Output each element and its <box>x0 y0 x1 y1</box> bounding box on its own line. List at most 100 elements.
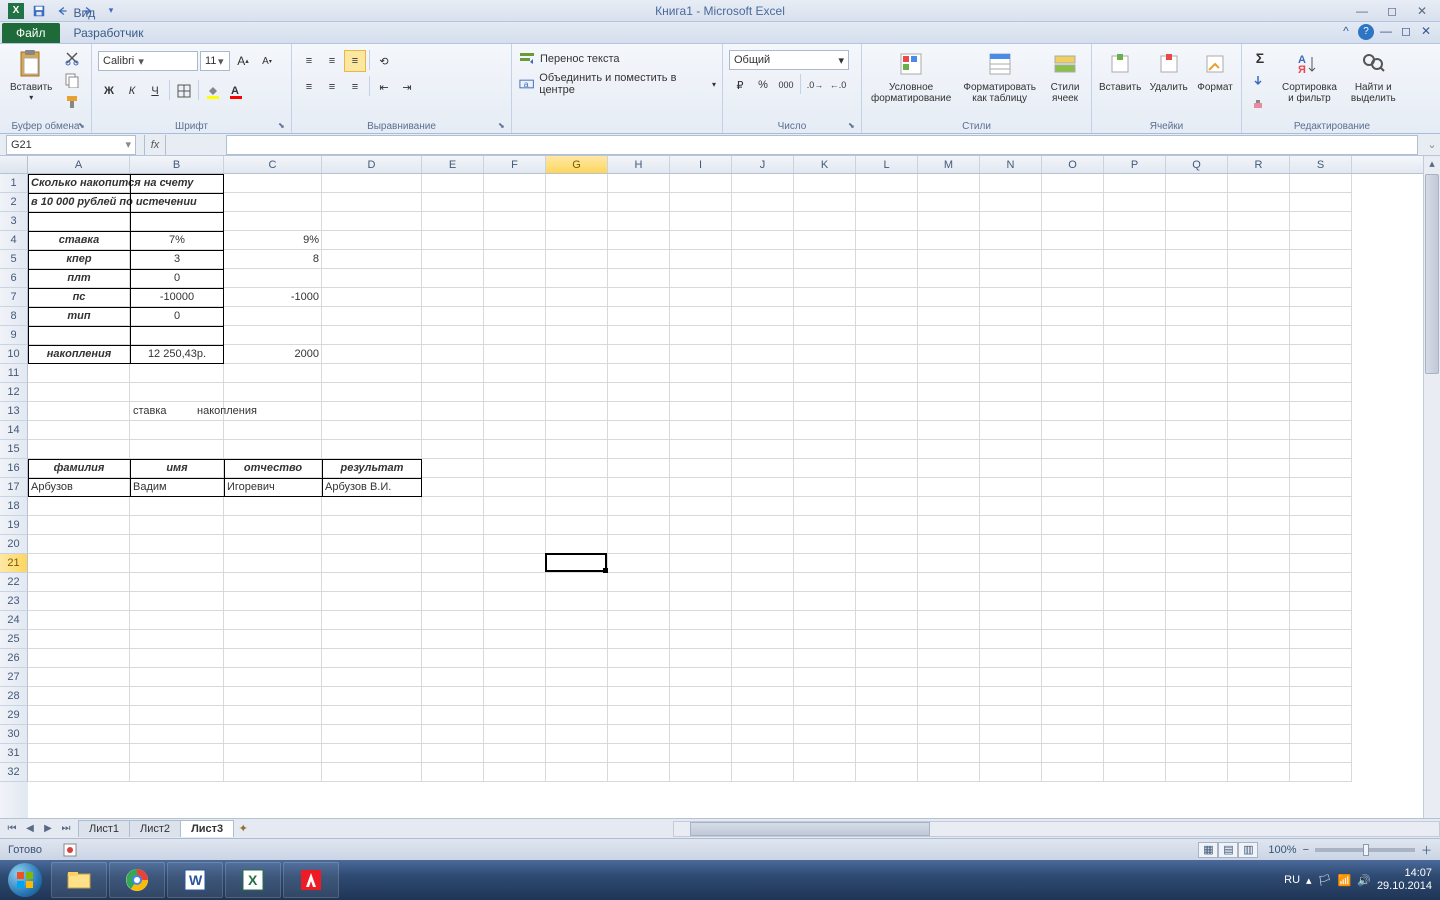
cell-A5[interactable]: кпер <box>28 250 130 269</box>
number-format-combo[interactable]: Общий▾ <box>729 50 849 70</box>
cell-A6[interactable]: плт <box>28 269 130 288</box>
row-header-21[interactable]: 21 <box>0 554 28 573</box>
cell-B16[interactable]: имя <box>130 459 224 478</box>
font-name-combo[interactable]: Calibri▾ <box>98 51 198 71</box>
col-header-B[interactable]: B <box>130 156 224 173</box>
format-painter-button[interactable] <box>62 92 82 112</box>
col-header-L[interactable]: L <box>856 156 918 173</box>
font-launcher-icon[interactable]: ⬊ <box>278 121 288 131</box>
tray-flag-icon[interactable]: 🏳 <box>1318 874 1332 887</box>
cell-C10[interactable]: 2000 <box>224 345 322 364</box>
taskbar-adobe[interactable] <box>283 862 339 898</box>
sheet-first-icon[interactable]: ⏮ <box>4 823 20 834</box>
row-header-18[interactable]: 18 <box>0 497 28 516</box>
row-header-4[interactable]: 4 <box>0 231 28 250</box>
col-header-J[interactable]: J <box>732 156 794 173</box>
row-header-2[interactable]: 2 <box>0 193 28 212</box>
taskbar-excel[interactable]: X <box>225 862 281 898</box>
maximize-button[interactable]: ◻ <box>1380 4 1404 18</box>
row-header-29[interactable]: 29 <box>0 706 28 725</box>
cell-C17[interactable]: Игоревич <box>224 478 322 497</box>
cell-A4[interactable]: ставка <box>28 231 130 250</box>
ribbon-tab-6[interactable]: Вид <box>62 3 195 23</box>
ribbon-minimize-icon[interactable]: ^ <box>1338 24 1354 40</box>
row-header-23[interactable]: 23 <box>0 592 28 611</box>
cell-C5[interactable]: 8 <box>224 250 322 269</box>
row-header-10[interactable]: 10 <box>0 345 28 364</box>
clear-icon[interactable] <box>1248 94 1268 114</box>
window-minimize-icon[interactable]: — <box>1378 24 1394 40</box>
row-header-25[interactable]: 25 <box>0 630 28 649</box>
decrease-indent-icon[interactable]: ⇤ <box>373 76 395 98</box>
row-header-28[interactable]: 28 <box>0 687 28 706</box>
start-button[interactable] <box>0 860 50 900</box>
col-header-C[interactable]: C <box>224 156 322 173</box>
macro-record-icon[interactable] <box>62 842 78 858</box>
merge-center-button[interactable]: a Объединить и поместить в центре ▾ <box>518 72 716 96</box>
cell-A17[interactable]: Арбузов <box>28 478 130 497</box>
hscroll-thumb[interactable] <box>690 822 930 836</box>
bold-button[interactable]: Ж <box>98 80 120 102</box>
row-header-26[interactable]: 26 <box>0 649 28 668</box>
vscroll-thumb[interactable] <box>1425 174 1439 374</box>
file-tab[interactable]: Файл <box>2 23 60 43</box>
col-header-F[interactable]: F <box>484 156 546 173</box>
row-header-31[interactable]: 31 <box>0 744 28 763</box>
cell-B6[interactable]: 0 <box>130 269 224 288</box>
cell-B5[interactable]: 3 <box>130 250 224 269</box>
row-header-30[interactable]: 30 <box>0 725 28 744</box>
sort-filter-button[interactable]: AЯ Сортировка и фильтр <box>1278 46 1341 106</box>
horizontal-scrollbar[interactable] <box>673 821 1440 837</box>
cell-B4[interactable]: 7% <box>130 231 224 250</box>
new-sheet-icon[interactable]: ✦ <box>233 822 253 835</box>
window-restore-icon[interactable]: ◻ <box>1398 24 1414 40</box>
align-top-icon[interactable]: ≡ <box>298 50 320 72</box>
row-header-3[interactable]: 3 <box>0 212 28 231</box>
cell-B10[interactable]: 12 250,43р. <box>130 345 224 364</box>
col-header-Q[interactable]: Q <box>1166 156 1228 173</box>
vertical-scrollbar[interactable]: ▴ ▾ <box>1423 156 1440 836</box>
zoom-in-icon[interactable]: ＋ <box>1421 842 1432 858</box>
cell-A7[interactable]: пс <box>28 288 130 307</box>
row-header-27[interactable]: 27 <box>0 668 28 687</box>
cell-B17[interactable]: Вадим <box>130 478 224 497</box>
row-header-24[interactable]: 24 <box>0 611 28 630</box>
cell-D16[interactable]: результат <box>322 459 422 478</box>
tray-volume-icon[interactable]: 🔊 <box>1357 874 1371 887</box>
find-select-button[interactable]: Найти и выделить <box>1347 46 1400 106</box>
minimize-button[interactable]: — <box>1350 4 1374 18</box>
cells-area[interactable]: Сколько накопится на счетув 10 000 рубле… <box>28 174 1440 836</box>
col-header-D[interactable]: D <box>322 156 422 173</box>
sheet-prev-icon[interactable]: ◀ <box>22 823 38 834</box>
taskbar-explorer[interactable] <box>51 862 107 898</box>
conditional-formatting-button[interactable]: Условное форматирование <box>868 46 954 106</box>
fill-icon[interactable] <box>1248 71 1268 91</box>
name-box[interactable]: G21▾ <box>6 135 136 155</box>
alignment-launcher-icon[interactable]: ⬊ <box>498 121 508 131</box>
fx-icon[interactable]: fx <box>144 135 166 155</box>
borders-button[interactable] <box>173 80 195 102</box>
zoom-slider[interactable] <box>1315 848 1415 852</box>
close-button[interactable]: ✕ <box>1410 4 1434 18</box>
cell-D17[interactable]: Арбузов В.И. <box>322 478 422 497</box>
row-header-14[interactable]: 14 <box>0 421 28 440</box>
clipboard-launcher-icon[interactable]: ⬊ <box>78 121 88 131</box>
select-all-corner[interactable] <box>0 156 28 173</box>
sheet-tab-0[interactable]: Лист1 <box>78 820 130 837</box>
col-header-G[interactable]: G <box>546 156 608 173</box>
align-center-icon[interactable]: ≡ <box>321 76 343 98</box>
row-header-5[interactable]: 5 <box>0 250 28 269</box>
col-header-H[interactable]: H <box>608 156 670 173</box>
sheet-last-icon[interactable]: ⏭ <box>58 823 74 834</box>
col-header-K[interactable]: K <box>794 156 856 173</box>
col-header-S[interactable]: S <box>1290 156 1352 173</box>
row-header-6[interactable]: 6 <box>0 269 28 288</box>
cut-button[interactable] <box>62 48 82 68</box>
align-right-icon[interactable]: ≡ <box>344 76 366 98</box>
row-header-22[interactable]: 22 <box>0 573 28 592</box>
col-header-N[interactable]: N <box>980 156 1042 173</box>
zoom-level[interactable]: 100% <box>1268 844 1296 856</box>
cell-C16[interactable]: отчество <box>224 459 322 478</box>
copy-button[interactable] <box>62 70 82 90</box>
increase-indent-icon[interactable]: ⇥ <box>396 76 418 98</box>
